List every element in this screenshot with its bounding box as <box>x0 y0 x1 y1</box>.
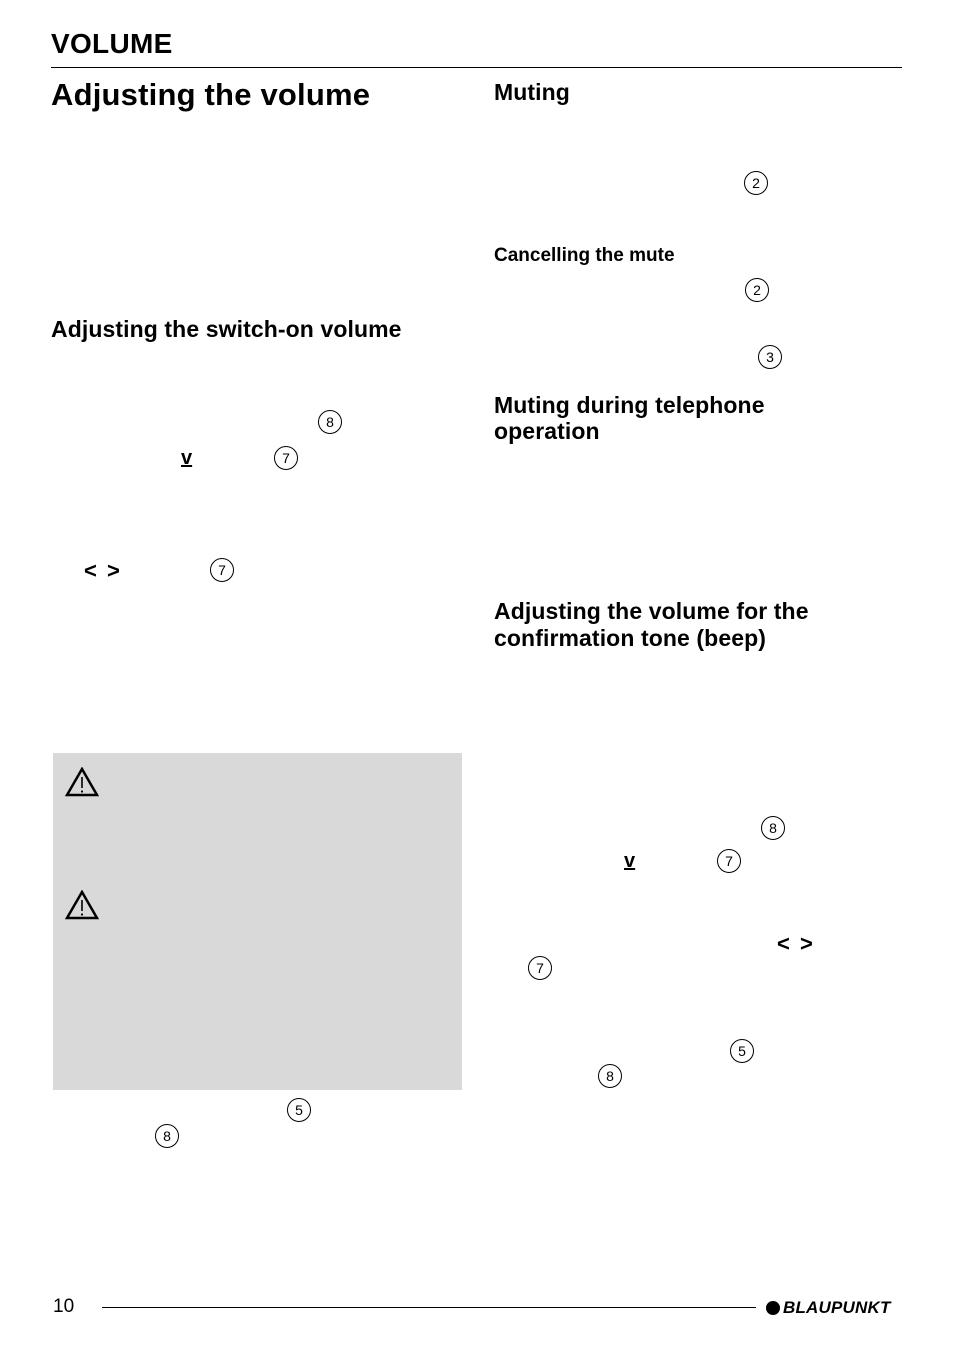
page-number: 10 <box>53 1296 75 1317</box>
down-key-symbol: v <box>181 447 193 469</box>
telephone-mute-heading-line1: Muting during telephone <box>494 392 765 418</box>
ref-circle-2: 2 <box>744 171 768 195</box>
down-key-symbol: v <box>624 850 636 872</box>
warning-icon <box>65 767 99 797</box>
telephone-mute-heading-line2: operation <box>494 418 600 444</box>
left-right-key-symbol: < > <box>777 931 815 956</box>
page-title: Adjusting the volume <box>51 77 371 112</box>
beep-volume-heading-line2: confirmation tone (beep) <box>494 625 767 651</box>
header-divider <box>51 67 902 68</box>
left-right-key-symbol: < > <box>84 558 122 583</box>
warning-note-box <box>53 753 462 1090</box>
ref-circle-8: 8 <box>761 816 785 840</box>
ref-circle-2: 2 <box>745 278 769 302</box>
ref-circle-3: 3 <box>758 345 782 369</box>
telephone-mute-heading: Muting during telephone operation <box>494 392 765 444</box>
ref-circle-5: 5 <box>287 1098 311 1122</box>
muting-heading: Muting <box>494 79 570 105</box>
switch-on-volume-heading: Adjusting the switch-on volume <box>51 316 402 342</box>
brand-name: BLAUPUNKT <box>783 1298 891 1317</box>
ref-circle-5: 5 <box>730 1039 754 1063</box>
ref-circle-7: 7 <box>274 446 298 470</box>
footer-divider <box>102 1307 756 1308</box>
cancel-mute-heading: Cancelling the mute <box>494 245 675 266</box>
ref-circle-7: 7 <box>717 849 741 873</box>
beep-volume-heading-line1: Adjusting the volume for the <box>494 598 809 624</box>
ref-circle-8: 8 <box>155 1124 179 1148</box>
ref-circle-7: 7 <box>210 558 234 582</box>
ref-circle-8: 8 <box>598 1064 622 1088</box>
section-title: VOLUME <box>51 28 173 59</box>
warning-icon <box>65 890 99 920</box>
brand-dot-icon <box>766 1301 780 1315</box>
ref-circle-8: 8 <box>318 410 342 434</box>
brand-logo: BLAUPUNKT <box>766 1298 891 1318</box>
ref-circle-7: 7 <box>528 956 552 980</box>
beep-volume-heading: Adjusting the volume for the confirmatio… <box>494 598 809 652</box>
